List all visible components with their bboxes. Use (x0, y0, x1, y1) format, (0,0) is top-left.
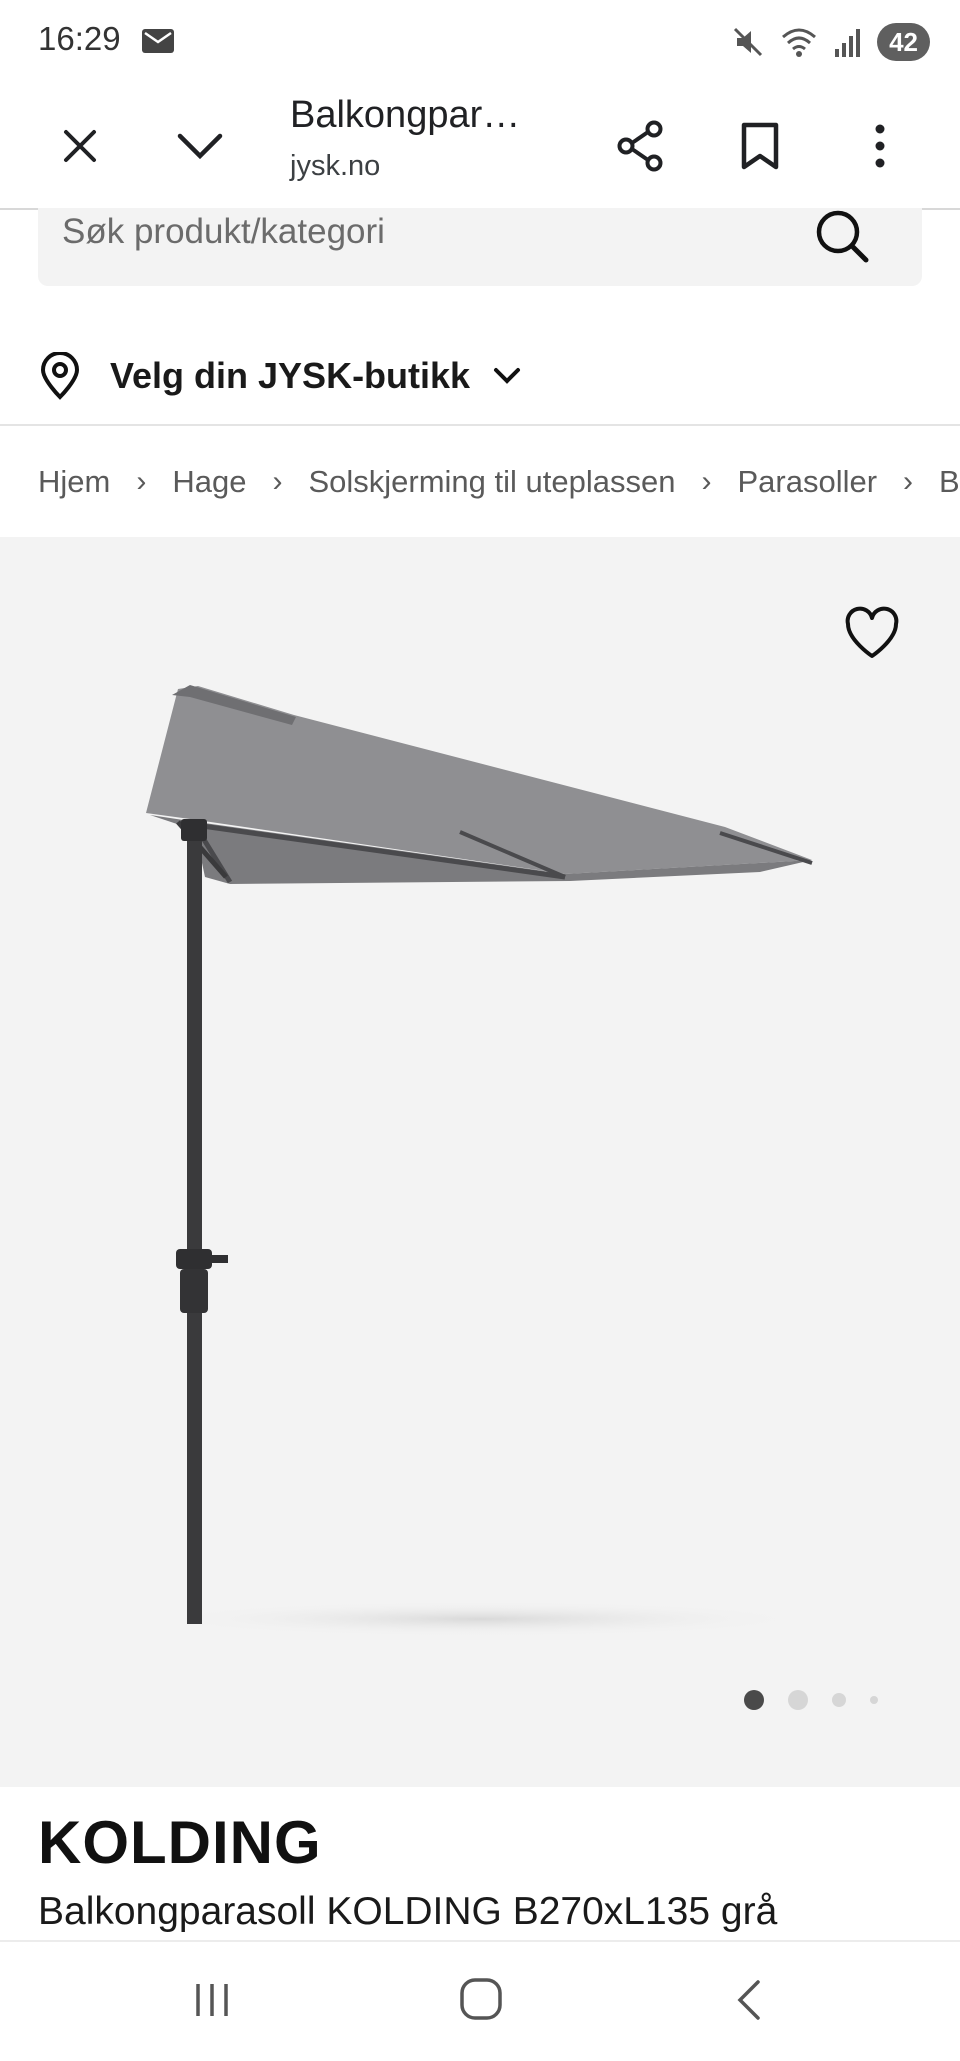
store-selector[interactable]: Velg din JYSK-butikk (38, 348, 522, 404)
more-vert-icon[interactable] (848, 114, 912, 178)
carousel-dot-active[interactable] (744, 1690, 764, 1710)
mail-icon (142, 29, 174, 53)
page-title: Balkongpar… (290, 94, 521, 136)
wifi-icon (782, 28, 817, 57)
store-selector-label: Velg din JYSK-butikk (110, 355, 471, 396)
breadcrumb: Hjem › Hage › Solskjerming til uteplasse… (38, 460, 960, 504)
battery-indicator: 42 (877, 23, 930, 61)
page-domain: jysk.no (290, 150, 381, 182)
product-image[interactable] (0, 537, 960, 1787)
parasol-illustration (146, 685, 813, 1637)
carousel-dot[interactable] (788, 1690, 808, 1710)
product-brand: KOLDING (38, 1809, 322, 1876)
favorite-heart-icon[interactable] (842, 604, 902, 664)
location-pin-icon (40, 352, 80, 400)
breadcrumb-separator-icon: › (701, 465, 712, 498)
share-icon[interactable] (608, 114, 672, 178)
breadcrumb-item-hage[interactable]: Hage (172, 464, 246, 500)
product-name: Balkongparasoll KOLDING B270xL135 grå (38, 1890, 778, 1933)
search-input[interactable]: Søk produkt/kategori (62, 212, 385, 252)
breadcrumb-separator-icon: › (903, 465, 914, 498)
close-icon[interactable] (48, 114, 112, 178)
image-carousel-dots[interactable] (744, 1690, 878, 1710)
system-navigation-bar (0, 1940, 960, 2061)
breadcrumb-item-truncated[interactable]: B (939, 464, 960, 500)
mute-icon (734, 27, 763, 57)
recent-apps-icon[interactable] (190, 1978, 234, 2022)
bookmark-icon[interactable] (728, 114, 792, 178)
back-icon[interactable] (730, 1978, 770, 2022)
chevron-down-icon[interactable] (168, 114, 232, 178)
breadcrumb-item-hjem[interactable]: Hjem (38, 464, 110, 500)
carousel-dot[interactable] (870, 1696, 878, 1704)
breadcrumb-item-solskjerming[interactable]: Solskjerming til uteplassen (308, 464, 675, 500)
status-icons: 42 (731, 22, 930, 62)
home-icon[interactable] (458, 1976, 504, 2022)
chevron-down-icon (494, 368, 521, 384)
signal-icon (835, 29, 861, 57)
carousel-dot[interactable] (832, 1693, 846, 1707)
browser-toolbar: Balkongpar… jysk.no (0, 84, 960, 210)
breadcrumb-separator-icon: › (136, 465, 147, 498)
divider (0, 424, 960, 426)
breadcrumb-separator-icon: › (272, 465, 283, 498)
status-time: 16:29 (38, 20, 121, 57)
breadcrumb-item-parasoller[interactable]: Parasoller (737, 464, 877, 500)
search-icon[interactable] (814, 208, 870, 264)
